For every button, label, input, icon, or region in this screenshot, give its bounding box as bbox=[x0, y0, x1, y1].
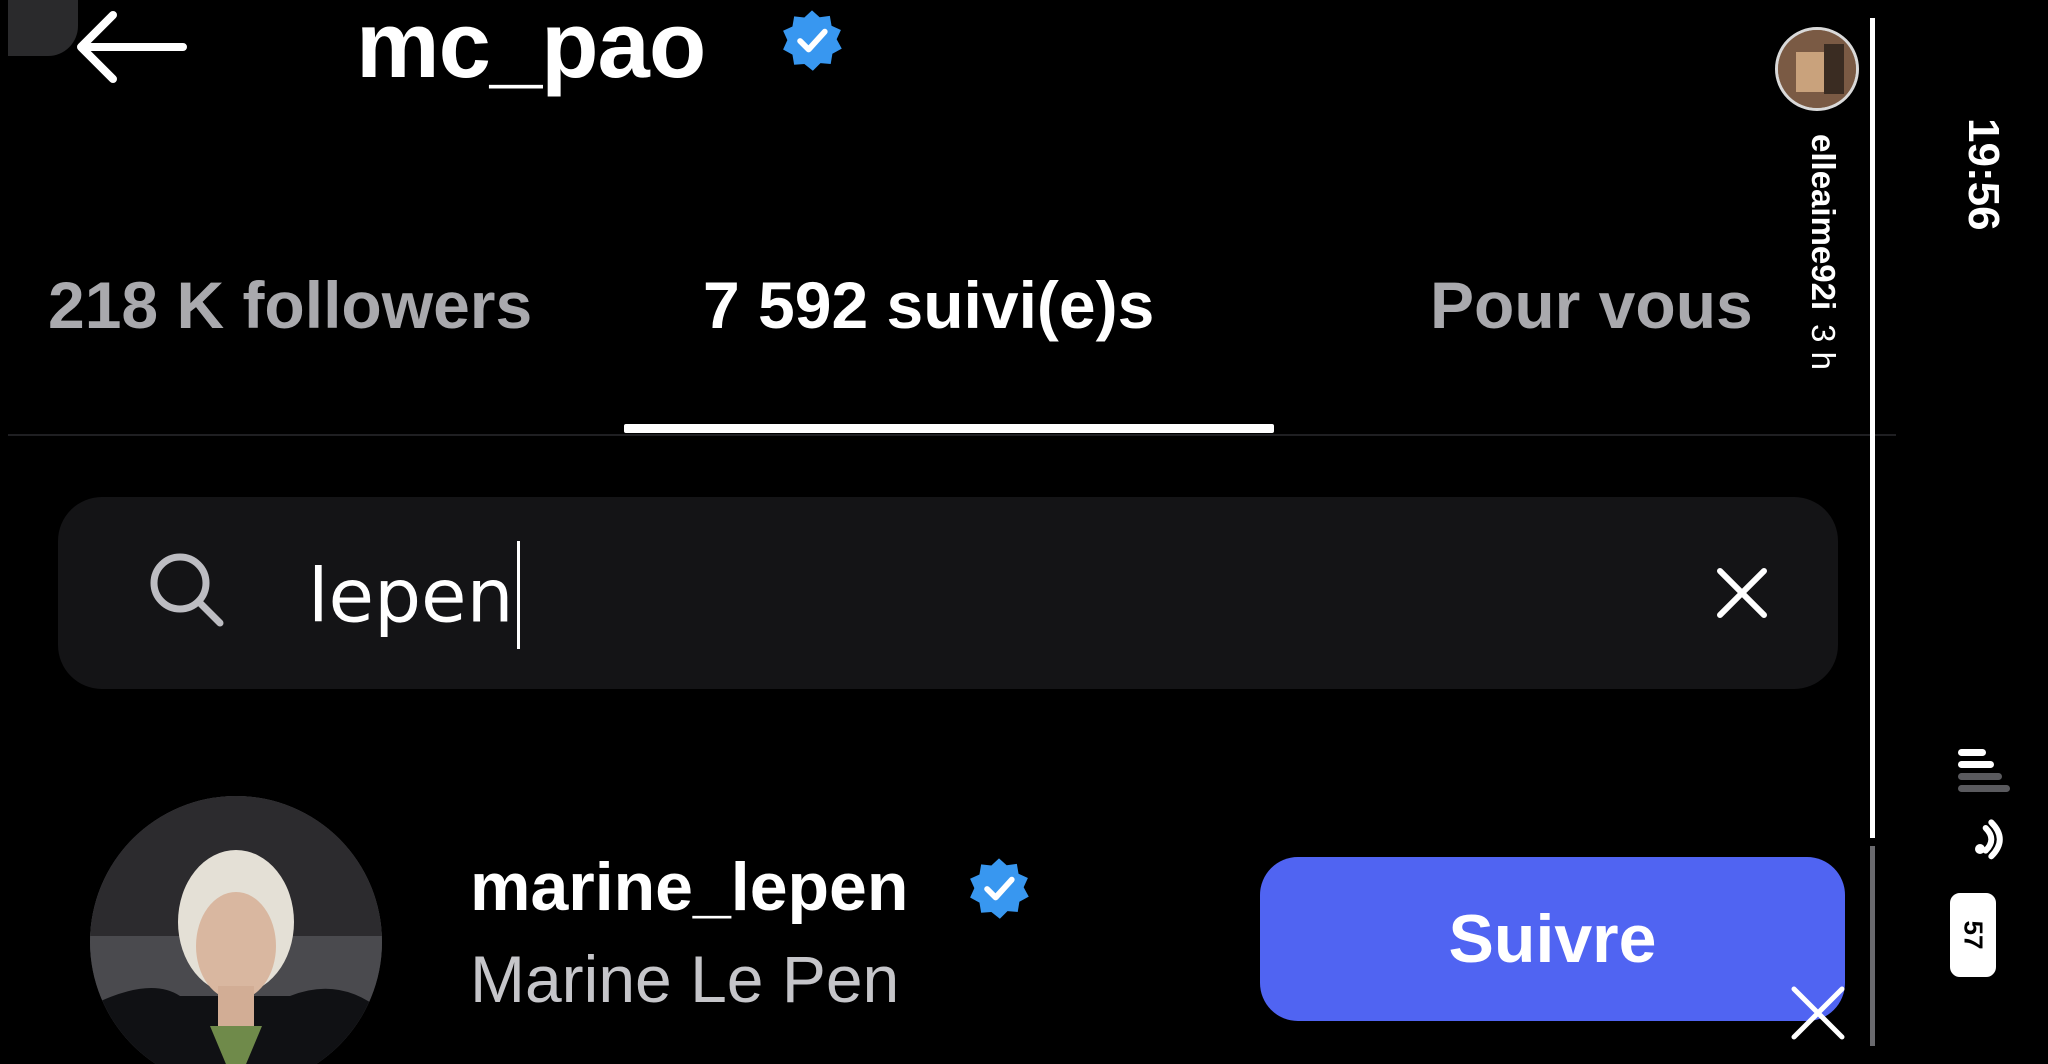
story-header: elleaime92i 3 h bbox=[1780, 132, 1850, 452]
follow-button[interactable]: Suivre bbox=[1260, 857, 1845, 1021]
tab-followers[interactable]: 218 K followers bbox=[48, 272, 532, 338]
arrow-left-icon bbox=[77, 11, 187, 83]
text-caret bbox=[516, 541, 520, 649]
wifi-icon bbox=[1975, 819, 2003, 860]
search-bar[interactable]: lepen bbox=[58, 497, 1838, 689]
result-username[interactable]: marine_lepen bbox=[470, 853, 908, 921]
clear-search-button[interactable] bbox=[1698, 549, 1786, 637]
verified-badge-icon bbox=[970, 858, 1029, 919]
tab-for-you[interactable]: Pour vous bbox=[1430, 272, 1753, 338]
verified-badge-icon bbox=[783, 10, 842, 71]
search-value: lepen bbox=[308, 553, 514, 640]
story-progress-bar bbox=[1870, 18, 1875, 1046]
signal-icon bbox=[1958, 749, 2010, 792]
status-bar-icons: 57 bbox=[1946, 745, 2016, 977]
search-icon bbox=[150, 553, 224, 627]
page-title: mc_pao bbox=[356, 0, 706, 97]
back-button[interactable] bbox=[66, 5, 196, 89]
story-username[interactable]: elleaime92i bbox=[1805, 134, 1842, 310]
story-avatar[interactable] bbox=[1775, 27, 1859, 111]
avatar[interactable] bbox=[90, 796, 382, 1064]
status-bar-time: 19:56 bbox=[1938, 118, 2018, 288]
divider bbox=[8, 434, 1896, 436]
battery-level: 57 bbox=[1958, 920, 1989, 950]
avatar-photo bbox=[90, 796, 382, 1064]
story-avatar-photo bbox=[1778, 30, 1856, 108]
search-input[interactable]: lepen bbox=[308, 541, 520, 655]
tab-following[interactable]: 7 592 suivi(e)s bbox=[703, 272, 1154, 338]
tab-bar: 218 K followers 7 592 suivi(e)s Pour vou… bbox=[8, 230, 1896, 433]
battery-icon: 57 bbox=[1950, 893, 1996, 977]
time-text: 19:56 bbox=[1959, 118, 2008, 231]
active-tab-indicator bbox=[624, 424, 1274, 433]
result-full-name: Marine Le Pen bbox=[470, 942, 900, 1016]
close-icon[interactable] bbox=[1788, 983, 1848, 1043]
app-screen: mc_pao 218 K followers 7 592 suivi(e)s P… bbox=[8, 0, 1896, 1064]
close-icon bbox=[1717, 568, 1767, 618]
story-time: 3 h bbox=[1805, 324, 1842, 371]
